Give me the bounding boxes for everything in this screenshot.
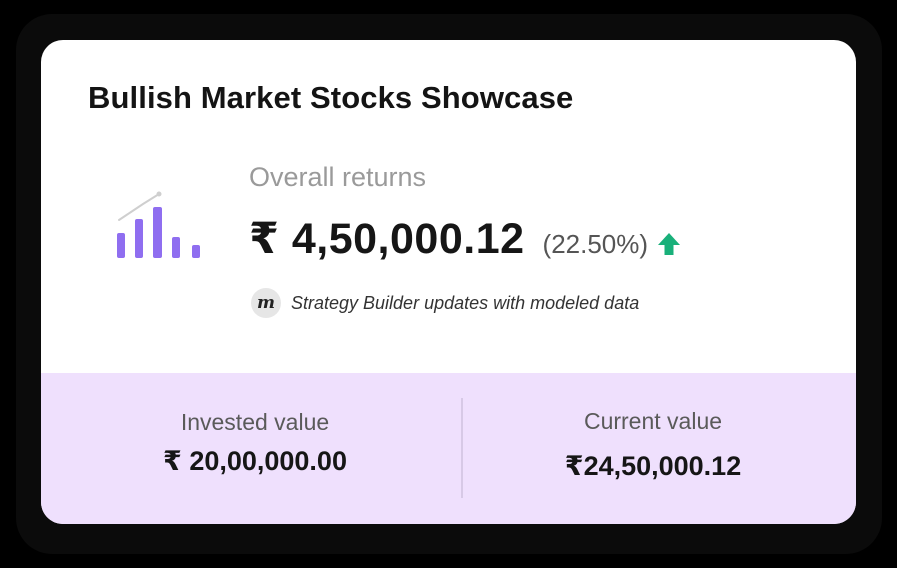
card-title: Bullish Market Stocks Showcase	[88, 80, 574, 115]
current-value-label: Current value	[583, 408, 723, 434]
invested-value-label: Invested value	[180, 409, 330, 435]
overall-returns-label: Overall returns	[249, 162, 427, 192]
m-logo-letter: m	[257, 293, 275, 313]
overall-returns-percent: (22.50%)	[542, 229, 649, 259]
current-value-amount: ₹24,50,000.12	[564, 451, 742, 481]
strategy-note-text: Strategy Builder updates with modeled da…	[291, 292, 640, 313]
strategy-note: m Strategy Builder updates with modeled …	[251, 288, 639, 318]
current-value-block: Current value ₹24,50,000.12	[494, 408, 812, 482]
overall-returns-row: ₹ 4,50,000.12 (22.50%)	[249, 214, 682, 264]
arrow-up-icon	[658, 233, 681, 255]
invested-value-amount: ₹ 20,00,000.00	[163, 446, 347, 476]
invested-value-block: Invested value ₹ 20,00,000.00	[96, 409, 414, 477]
overall-returns-value: ₹ 4,50,000.12	[249, 215, 525, 263]
m-logo-icon: m	[251, 288, 281, 318]
summary-panel: Invested value ₹ 20,00,000.00 Current va…	[41, 373, 856, 524]
portfolio-card[interactable]: Bullish Market Stocks Showcase Overall r…	[41, 40, 856, 524]
bar-chart-trend-icon	[117, 191, 200, 258]
summary-divider	[461, 398, 463, 498]
